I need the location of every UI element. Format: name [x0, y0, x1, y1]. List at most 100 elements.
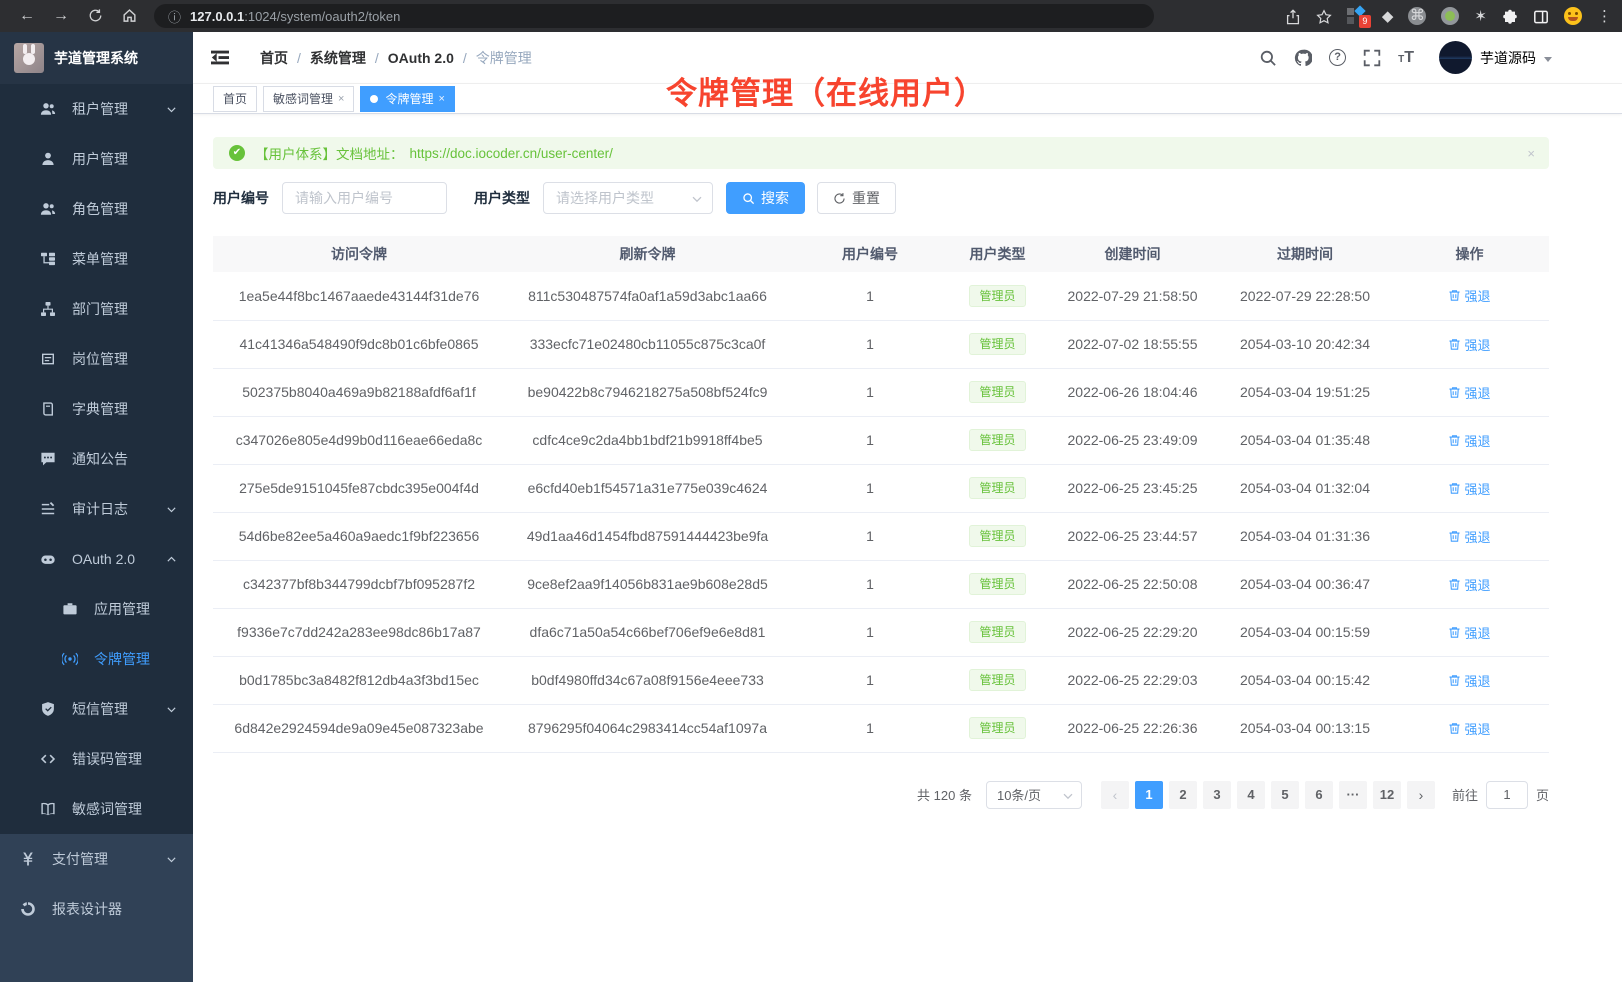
alert-close-icon[interactable]: × — [1527, 146, 1535, 161]
header-search-icon[interactable] — [1259, 49, 1277, 67]
page-button-6[interactable]: 6 — [1305, 781, 1333, 809]
col-actions: 操作 — [1390, 236, 1549, 272]
page-button-5[interactable]: 5 — [1271, 781, 1299, 809]
force-logout-button[interactable]: 强退 — [1448, 479, 1490, 498]
col-user-id: 用户编号 — [790, 236, 950, 272]
font-size-icon[interactable]: TT — [1398, 49, 1414, 67]
force-logout-button[interactable]: 强退 — [1448, 431, 1490, 450]
chevron-down-icon — [166, 854, 177, 865]
user-type-select[interactable]: 请选择用户类型 — [543, 182, 713, 214]
sidebar-item-sms[interactable]: 短信管理 — [0, 684, 193, 734]
profile-avatar-icon[interactable] — [1564, 7, 1582, 25]
sidebar-item-user[interactable]: 用户管理 — [0, 134, 193, 184]
sidebar-item-post[interactable]: 岗位管理 — [0, 334, 193, 384]
sidebar-item-audit-log[interactable]: 审计日志 — [0, 484, 193, 534]
force-logout-button[interactable]: 强退 — [1448, 671, 1490, 690]
force-logout-button[interactable]: 强退 — [1448, 335, 1490, 354]
reset-button[interactable]: 重置 — [817, 182, 896, 214]
puzzle-extensions-icon[interactable] — [1502, 7, 1518, 24]
address-bar[interactable]: ⓘ 127.0.0.1:1024/system/oauth2/token — [154, 4, 1154, 28]
browser-home-button[interactable] — [112, 7, 146, 25]
tab-token[interactable]: 令牌管理× — [360, 86, 454, 112]
fullscreen-icon[interactable] — [1363, 49, 1381, 67]
doc-link[interactable]: https://doc.iocoder.cn/user-center/ — [410, 146, 613, 161]
close-icon[interactable]: × — [438, 93, 444, 105]
close-icon[interactable]: × — [338, 93, 344, 105]
browser-reload-button[interactable] — [78, 7, 112, 25]
page-button-3[interactable]: 3 — [1203, 781, 1231, 809]
page-button-4[interactable]: 4 — [1237, 781, 1265, 809]
page-size-select[interactable]: 10条/页 — [986, 781, 1082, 809]
force-logout-button[interactable]: 强退 — [1448, 719, 1490, 738]
page-button-1[interactable]: 1 — [1135, 781, 1163, 809]
force-logout-button[interactable]: 强退 — [1448, 527, 1490, 546]
sidebar-item-error-code[interactable]: 错误码管理 — [0, 734, 193, 784]
share-icon[interactable] — [1285, 7, 1301, 24]
browser-menu-icon[interactable]: ⋮ — [1597, 7, 1612, 25]
goto-page-input[interactable] — [1486, 781, 1528, 809]
table-row: c342377bf8b344799dcbf7bf095287f29ce8ef2a… — [213, 560, 1549, 608]
trash-icon — [1448, 578, 1461, 591]
trash-icon — [1448, 530, 1461, 543]
col-user-type: 用户类型 — [950, 236, 1045, 272]
table-row: 54d6be82ee5a460a9aedc1f9bf22365649d1aa46… — [213, 512, 1549, 560]
user-id-input[interactable] — [282, 182, 447, 214]
sidebar-item-oauth2-token[interactable]: 令牌管理 — [0, 634, 193, 684]
user-menu[interactable]: 芋道源码 — [1439, 41, 1552, 74]
next-page-button[interactable]: › — [1407, 781, 1435, 809]
app-header: 首页 / 系统管理 / OAuth 2.0 / 令牌管理 ? TT 芋道源码 — [193, 32, 1622, 84]
sidebar-item-menu[interactable]: 菜单管理 — [0, 234, 193, 284]
extension-cluster-icon[interactable]: 9 — [1347, 7, 1367, 25]
force-logout-button[interactable]: 强退 — [1448, 286, 1490, 305]
doc-alert: ✔ 【用户体系】文档地址： https://doc.iocoder.cn/use… — [213, 137, 1549, 169]
sidebar-item-role[interactable]: 角色管理 — [0, 184, 193, 234]
trash-icon — [1448, 338, 1461, 351]
site-info-icon[interactable]: ⓘ — [168, 7, 181, 26]
table-row: c347026e805e4d99b0d116eae66eda8ccdfc4ce9… — [213, 416, 1549, 464]
sidebar-item-dict[interactable]: 字典管理 — [0, 384, 193, 434]
sidebar-item-dept[interactable]: 部门管理 — [0, 284, 193, 334]
force-logout-button[interactable]: 强退 — [1448, 383, 1490, 402]
sidebar-item-oauth2[interactable]: OAuth 2.0 — [0, 534, 193, 584]
sidebar-item-notice[interactable]: 通知公告 — [0, 434, 193, 484]
table-row: f9336e7c7dd242a283ee98dc86b17a87dfa6c71a… — [213, 608, 1549, 656]
alert-text: 【用户体系】文档地址： — [255, 143, 404, 163]
tab-home[interactable]: 首页 — [213, 86, 257, 112]
browser-forward-button[interactable]: → — [44, 7, 78, 25]
split-view-icon[interactable] — [1533, 7, 1549, 24]
user-type-badge: 管理员 — [969, 429, 1025, 451]
table-row: b0d1785bc3a8482f812db4a3f3bd15ecb0df4980… — [213, 656, 1549, 704]
search-button[interactable]: 搜索 — [726, 182, 805, 214]
breadcrumb-oauth2[interactable]: OAuth 2.0 — [388, 50, 454, 66]
table-row: 1ea5e44f8bc1467aaede43144f31de76811c5304… — [213, 272, 1549, 320]
breadcrumb-home[interactable]: 首页 — [260, 48, 288, 68]
trash-icon — [1448, 289, 1461, 302]
url-path: :1024/system/oauth2/token — [244, 9, 400, 24]
gem-extension-icon[interactable]: ◆ — [1382, 7, 1394, 25]
breadcrumb-system[interactable]: 系统管理 — [310, 48, 366, 68]
more-pages-button[interactable]: ··· — [1339, 781, 1367, 809]
github-icon[interactable] — [1294, 49, 1312, 67]
sidebar-fold-icon[interactable] — [210, 49, 230, 66]
force-logout-button[interactable]: 强退 — [1448, 575, 1490, 594]
page-button-2[interactable]: 2 — [1169, 781, 1197, 809]
sidebar-item-tenant[interactable]: 租户管理 — [0, 84, 193, 134]
dot-extension-icon[interactable] — [1441, 7, 1459, 25]
breadcrumb-separator: / — [297, 50, 301, 66]
sidebar-item-oauth2-app[interactable]: 应用管理 — [0, 584, 193, 634]
tab-sensitive-word[interactable]: 敏感词管理× — [263, 86, 354, 112]
bookmark-star-icon[interactable] — [1316, 7, 1332, 24]
command-extension-icon[interactable]: ⌘ — [1408, 7, 1426, 25]
app-logo[interactable]: 芋道管理系统 — [0, 32, 193, 84]
sidebar-item-pay[interactable]: 支付管理 — [0, 834, 193, 884]
help-icon[interactable]: ? — [1329, 49, 1346, 66]
green-star-extension-icon[interactable]: ✶ — [1474, 7, 1487, 25]
force-logout-button[interactable]: 强退 — [1448, 623, 1490, 642]
sidebar-item-report-designer[interactable]: 报表设计器 — [0, 884, 193, 934]
browser-back-button[interactable]: ← — [10, 7, 44, 25]
sidebar-item-sensitive-word[interactable]: 敏感词管理 — [0, 784, 193, 834]
chevron-down-icon — [166, 704, 177, 715]
col-refresh-token: 刷新令牌 — [505, 236, 790, 272]
page-button-12[interactable]: 12 — [1373, 781, 1401, 809]
prev-page-button[interactable]: ‹ — [1101, 781, 1129, 809]
